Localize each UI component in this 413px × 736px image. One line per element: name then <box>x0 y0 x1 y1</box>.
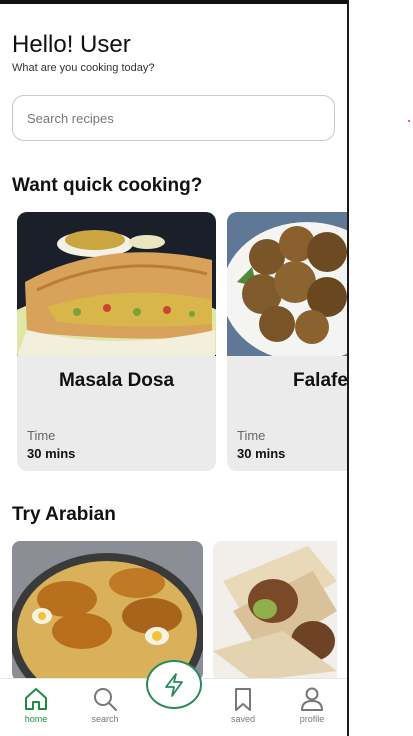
search-placeholder: Search recipes <box>27 110 114 126</box>
masala-dosa-image <box>17 212 216 356</box>
greeting-title: Hello! User <box>12 31 131 58</box>
falafel-image <box>227 212 347 356</box>
recipe-time-label: Time <box>237 428 266 443</box>
recipe-time-label: Time <box>27 428 56 443</box>
app-screen: Hello! User What are you cooking today? … <box>0 0 349 736</box>
home-icon <box>25 688 47 710</box>
recipe-card-title: Falafel <box>293 370 349 391</box>
search-icon <box>94 688 117 711</box>
nav-search[interactable]: search <box>75 679 135 736</box>
arabian-recipe-shawarma[interactable] <box>213 541 337 681</box>
nav-home-label: home <box>24 714 48 724</box>
quick-action-button[interactable] <box>146 660 202 709</box>
recipe-card-falafel[interactable]: Falafel Time 30 mins <box>227 212 349 471</box>
nav-profile-label: profile <box>299 714 325 724</box>
marker-dot <box>408 120 410 122</box>
recipe-card-title: Masala Dosa <box>58 370 175 391</box>
person-icon <box>301 687 323 711</box>
greeting-subtitle: What are you cooking today? <box>12 62 155 74</box>
search-input[interactable]: Search recipes <box>12 95 335 141</box>
bookmark-icon <box>235 688 251 711</box>
section-title-quick: Want quick cooking? <box>12 175 203 196</box>
nav-saved-label: saved <box>230 714 256 724</box>
nav-search-label: search <box>91 714 119 724</box>
section-title-arabian: Try Arabian <box>12 504 116 525</box>
shawarma-image <box>213 541 337 681</box>
nav-profile[interactable]: profile <box>282 679 342 736</box>
recipe-time-value: 30 mins <box>27 446 76 461</box>
lightning-icon <box>165 672 183 697</box>
nav-saved[interactable]: saved <box>213 679 273 736</box>
recipe-card-masala-dosa[interactable]: Masala Dosa Time 30 mins <box>17 212 216 471</box>
recipe-time-value: 30 mins <box>237 446 286 461</box>
status-bar <box>0 0 347 4</box>
nav-home[interactable]: home <box>6 679 66 736</box>
